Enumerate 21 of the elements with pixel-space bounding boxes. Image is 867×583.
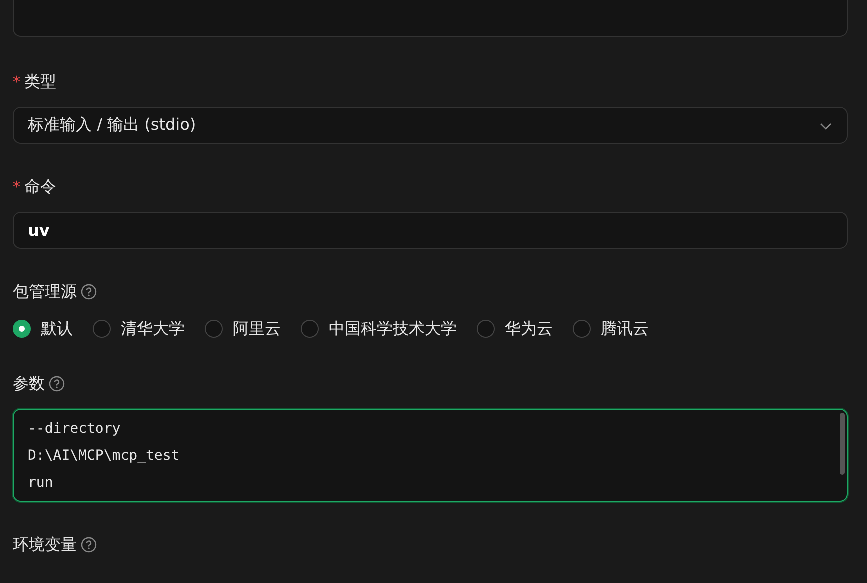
field-label: 类型 — [24, 72, 56, 92]
field-label: 包管理源 — [13, 282, 77, 302]
command-input[interactable]: uv — [13, 212, 848, 249]
field-label: 命令 — [24, 176, 56, 198]
help-icon[interactable] — [49, 376, 65, 392]
radio-option[interactable]: 腾讯云 — [573, 318, 649, 340]
help-icon[interactable] — [81, 284, 97, 300]
required-mark: * — [13, 73, 20, 91]
radio-option[interactable]: 默认 — [13, 318, 73, 340]
radio-option[interactable]: 阿里云 — [205, 318, 281, 340]
scrollbar-thumb[interactable] — [840, 413, 845, 475]
args-textarea[interactable]: --directory D:\AI\MCP\mcp_test run — [13, 409, 848, 502]
radio-option[interactable]: 华为云 — [477, 318, 553, 340]
required-mark: * — [13, 178, 20, 196]
help-icon[interactable] — [81, 537, 97, 553]
radio-option[interactable]: 清华大学 — [93, 318, 185, 340]
type-select[interactable]: 标准输入 / 输出 (stdio) — [13, 107, 848, 144]
text-field[interactable] — [13, 0, 848, 37]
radio-option[interactable]: 中国科学技术大学 — [301, 318, 457, 340]
field-label: 环境变量 — [13, 534, 77, 556]
field-label: 参数 — [13, 374, 45, 394]
